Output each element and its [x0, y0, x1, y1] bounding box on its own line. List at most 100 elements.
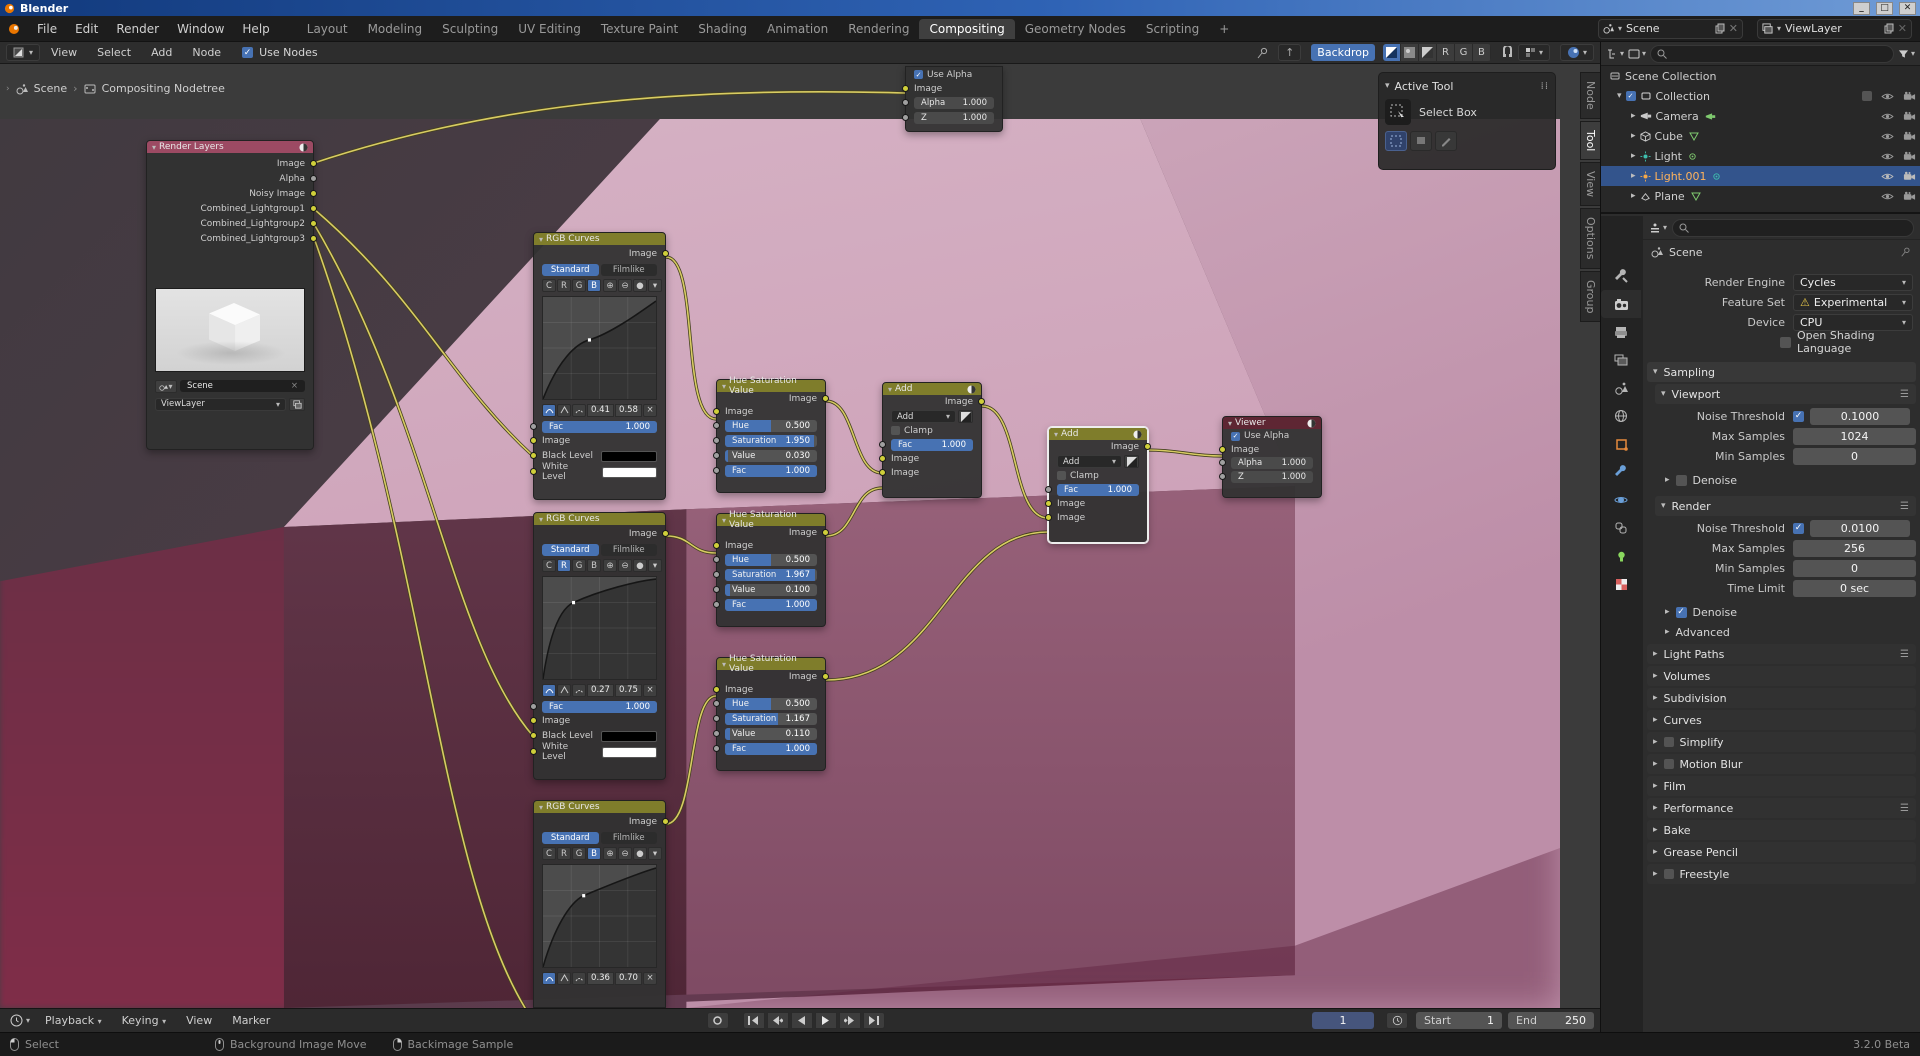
scene-selector[interactable]: ▾ Scene ✕: [1598, 18, 1743, 39]
white-level-swatch[interactable]: [601, 746, 657, 758]
blend-mode-dropdown[interactable]: Add ▾: [891, 410, 956, 423]
tool-cursor-toggle[interactable]: [1410, 131, 1432, 151]
zoom-in-icon[interactable]: ⊕: [603, 559, 617, 572]
alpha-toggle-icon[interactable]: [958, 410, 973, 423]
render-camera-icon[interactable]: [1903, 191, 1916, 201]
collapse-icon[interactable]: ▾: [888, 385, 892, 394]
expand-icon[interactable]: ▾: [1617, 91, 1622, 101]
prev-keyframe-button[interactable]: [766, 1012, 789, 1029]
value-input-socket[interactable]: [713, 451, 720, 459]
black-level-input-socket[interactable]: [530, 732, 537, 739]
fac-slider[interactable]: Fac 1.000: [891, 438, 973, 451]
saturation-input-socket[interactable]: [713, 714, 720, 722]
handle-auto-icon[interactable]: [542, 971, 556, 985]
point-y-field[interactable]: 0.70: [615, 971, 642, 985]
outliner-row-camera[interactable]: ▸ Camera: [1601, 106, 1920, 126]
collapse-icon[interactable]: ▾: [539, 515, 543, 524]
eye-icon[interactable]: [1881, 192, 1894, 201]
channel-c-button[interactable]: C: [542, 847, 556, 860]
filter-button[interactable]: ▾: [1898, 49, 1915, 59]
panel-motion-blur[interactable]: ▸ Motion Blur: [1647, 754, 1916, 774]
lightgroup3-output-socket[interactable]: [310, 234, 317, 242]
hue-slider[interactable]: Hue 0.500: [725, 553, 817, 566]
frame-end-field[interactable]: End 250: [1508, 1012, 1595, 1029]
point-y-field[interactable]: 0.75: [615, 683, 642, 697]
channel-b-button[interactable]: B: [587, 279, 601, 292]
panel-render[interactable]: ▾ Render ☰: [1655, 496, 1916, 516]
value-slider[interactable]: Value 0.030: [725, 449, 817, 462]
node-hsv-3[interactable]: ▾ Hue Saturation Value Image Image Hue 0.5…: [713, 654, 829, 771]
image2-input-socket[interactable]: [1045, 514, 1052, 521]
render-camera-icon[interactable]: [1903, 171, 1916, 181]
tab-scene[interactable]: [1601, 374, 1641, 402]
image-input-socket[interactable]: [713, 407, 720, 415]
outliner-row-collection[interactable]: ▾ ✓ Collection: [1601, 86, 1920, 106]
scene-name-field[interactable]: Scene ×: [180, 380, 305, 392]
render-max-samples-field[interactable]: 256: [1793, 539, 1916, 557]
white-level-swatch[interactable]: [601, 466, 657, 478]
play-button[interactable]: [814, 1012, 837, 1029]
add-workspace-button[interactable]: +: [1209, 19, 1239, 39]
frame-start-field[interactable]: Start 1: [1416, 1012, 1503, 1029]
menu-marker[interactable]: Marker: [223, 1014, 279, 1027]
menu-view[interactable]: View: [177, 1014, 221, 1027]
blend-mode-dropdown[interactable]: Add ▾: [1057, 455, 1122, 468]
fac-input-socket[interactable]: [1045, 485, 1052, 493]
channel-r-button[interactable]: R: [557, 847, 571, 860]
exclude-checkbox[interactable]: [1862, 91, 1872, 101]
preset-menu-icon[interactable]: ☰: [1900, 649, 1910, 660]
handle-vector-icon[interactable]: [557, 971, 571, 985]
breadcrumb-scene[interactable]: Scene: [34, 82, 68, 95]
node-rgb-curves-1[interactable]: ▾ RGB Curves Image Standard Filmlike CRGB …: [530, 232, 669, 500]
render-layer-button[interactable]: [289, 397, 305, 411]
zoom-in-icon[interactable]: ⊕: [603, 847, 617, 860]
sidebar-tab-options[interactable]: Options: [1580, 208, 1600, 269]
image-output-socket[interactable]: [310, 159, 317, 167]
panel-performance[interactable]: ▸ Performance ☰: [1647, 798, 1916, 818]
outliner-search-input[interactable]: [1650, 44, 1894, 63]
use-nodes-checkbox[interactable]: ✓: [242, 47, 254, 58]
menu-playback[interactable]: Playback ▾: [36, 1014, 111, 1027]
value-slider[interactable]: Value 0.100: [725, 583, 817, 596]
channel-r-button[interactable]: R: [1436, 44, 1455, 61]
channel-color-button[interactable]: [1400, 44, 1419, 61]
image2-input-socket[interactable]: [879, 469, 886, 476]
unlink-icon[interactable]: ✕: [1729, 22, 1738, 35]
time-limit-field[interactable]: 0 sec: [1793, 579, 1916, 597]
viewport-min-samples-field[interactable]: 0: [1793, 447, 1916, 465]
channel-color-alpha-button[interactable]: [1382, 44, 1401, 61]
tools-icon[interactable]: ●: [633, 279, 647, 292]
tab-filmlike[interactable]: Filmlike: [600, 831, 657, 844]
channel-b-button[interactable]: B: [587, 847, 601, 860]
clamp-checkbox[interactable]: [1057, 471, 1066, 480]
tab-modifiers[interactable]: [1601, 458, 1641, 486]
select-box-tool-button[interactable]: [1385, 99, 1411, 125]
clamp-checkbox[interactable]: [891, 426, 900, 435]
overlay-dropdown[interactable]: ▾: [1559, 44, 1594, 61]
panel-volumes[interactable]: ▸ Volumes: [1647, 666, 1916, 686]
use-alpha-checkbox[interactable]: ✓: [1231, 431, 1240, 441]
menu-render[interactable]: Render: [107, 22, 168, 36]
tab-output[interactable]: [1601, 318, 1641, 346]
motion-blur-checkbox[interactable]: [1663, 759, 1674, 769]
collapse-icon[interactable]: ▾: [539, 235, 543, 244]
editor-type-button[interactable]: ▾: [6, 1014, 34, 1027]
record-button[interactable]: [706, 1012, 729, 1029]
snap-target-dropdown[interactable]: ▾: [1517, 44, 1550, 61]
freestyle-checkbox[interactable]: [1663, 869, 1674, 879]
remove-icon[interactable]: ✕: [1898, 22, 1907, 35]
menu-select[interactable]: Select: [88, 46, 140, 59]
alpha-field[interactable]: Alpha 1.000: [914, 96, 994, 109]
expand-icon[interactable]: ▸: [1665, 475, 1670, 485]
outliner-row-plane[interactable]: ▸ Plane: [1601, 186, 1920, 206]
z-input-socket[interactable]: [1219, 473, 1226, 480]
image-output-socket[interactable]: [822, 528, 829, 536]
expand-icon[interactable]: ▸: [1665, 607, 1670, 617]
eye-icon[interactable]: [1881, 112, 1894, 121]
simplify-checkbox[interactable]: [1663, 737, 1674, 747]
image-input-socket[interactable]: [530, 717, 537, 724]
image-input-socket[interactable]: [713, 685, 720, 693]
saturation-slider[interactable]: Saturation 1.967: [725, 568, 817, 581]
handle-auto-icon[interactable]: [542, 403, 556, 417]
value-slider[interactable]: Value 0.110: [725, 727, 817, 740]
